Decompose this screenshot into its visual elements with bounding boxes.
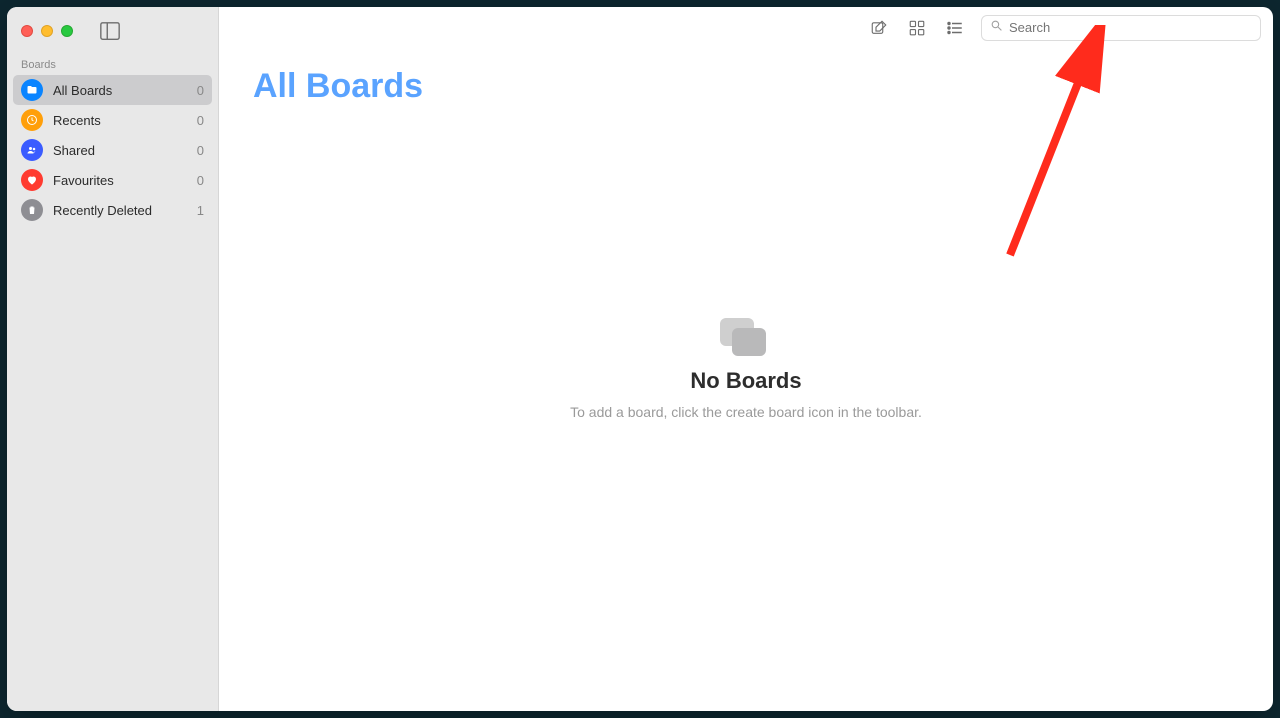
window-traffic-lights (7, 17, 218, 45)
sidebar-list: All Boards 0 Recents 0 Shared 0 (7, 75, 218, 225)
toolbar (219, 7, 1273, 49)
empty-state: No Boards To add a board, click the crea… (219, 66, 1273, 671)
folder-icon (21, 79, 43, 101)
people-icon (21, 139, 43, 161)
sidebar-item-label: Shared (53, 143, 187, 158)
sidebar-item-shared[interactable]: Shared 0 (13, 135, 212, 165)
boards-stack-icon (720, 318, 772, 358)
trash-icon (21, 199, 43, 221)
empty-state-subtitle: To add a board, click the create board i… (570, 404, 922, 420)
sidebar-item-recents[interactable]: Recents 0 (13, 105, 212, 135)
sidebar-item-count: 1 (197, 203, 204, 218)
list-view-button[interactable] (943, 16, 967, 40)
sidebar-item-count: 0 (197, 173, 204, 188)
sidebar-item-count: 0 (197, 83, 204, 98)
sidebar-item-all-boards[interactable]: All Boards 0 (13, 75, 212, 105)
create-board-button[interactable] (867, 16, 891, 40)
search-icon (990, 19, 1003, 37)
sidebar-item-recently-deleted[interactable]: Recently Deleted 1 (13, 195, 212, 225)
sidebar-item-count: 0 (197, 143, 204, 158)
sidebar: Boards All Boards 0 Recents 0 Sh (7, 7, 219, 711)
app-window: Boards All Boards 0 Recents 0 Sh (7, 7, 1273, 711)
search-box[interactable] (981, 15, 1261, 41)
sidebar-section-label: Boards (7, 45, 218, 75)
toggle-sidebar-button[interactable] (99, 22, 121, 40)
empty-state-title: No Boards (690, 368, 801, 394)
sidebar-item-label: Favourites (53, 173, 187, 188)
sidebar-item-label: Recently Deleted (53, 203, 187, 218)
fullscreen-window-button[interactable] (61, 25, 73, 37)
sidebar-item-label: All Boards (53, 83, 187, 98)
clock-icon (21, 109, 43, 131)
grid-view-button[interactable] (905, 16, 929, 40)
minimize-window-button[interactable] (41, 25, 53, 37)
main-content: All Boards No Boards To add a board, cli… (219, 7, 1273, 711)
close-window-button[interactable] (21, 25, 33, 37)
search-input[interactable] (1009, 20, 1252, 35)
heart-icon (21, 169, 43, 191)
sidebar-item-favourites[interactable]: Favourites 0 (13, 165, 212, 195)
sidebar-item-count: 0 (197, 113, 204, 128)
sidebar-item-label: Recents (53, 113, 187, 128)
